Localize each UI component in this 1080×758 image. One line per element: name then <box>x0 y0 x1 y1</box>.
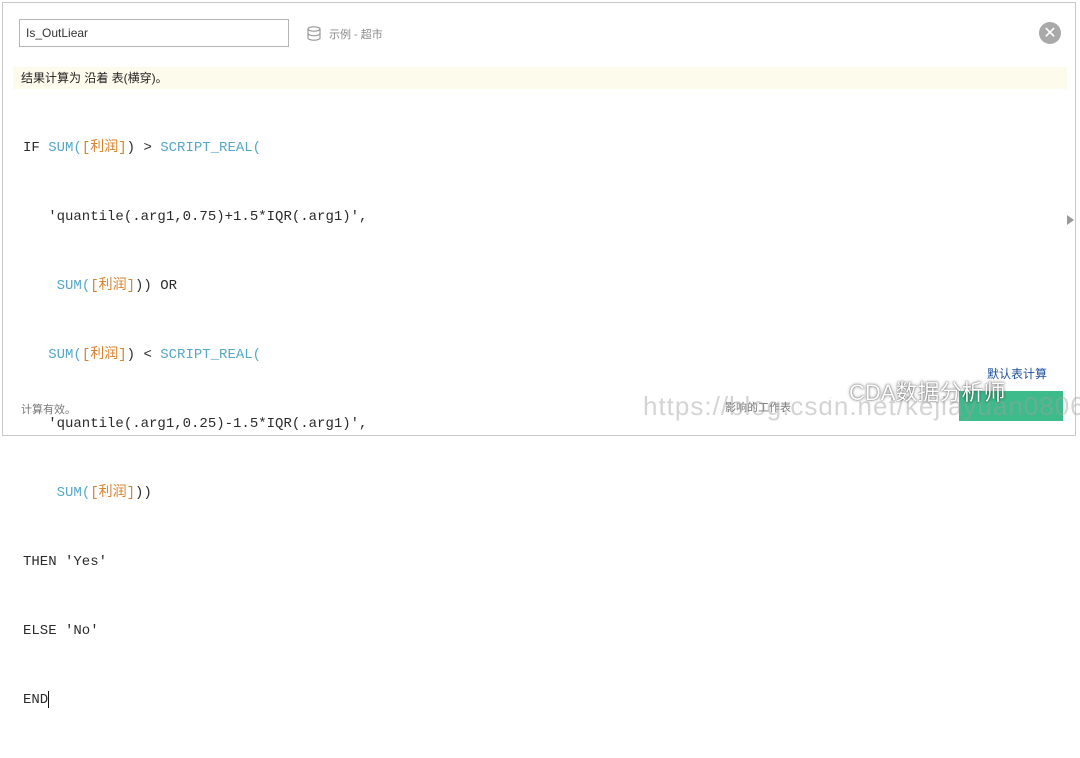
code-line: ELSE 'No' <box>23 620 1053 643</box>
code-field: [利润] <box>81 347 127 363</box>
code-keyword: IF <box>23 140 49 156</box>
compute-using-info: 结果计算为 沿着 表(横穿)。 <box>13 67 1067 89</box>
code-line: SUM([利润]) < SCRIPT_REAL( <box>23 344 1053 367</box>
code-text: ELSE 'No' <box>23 623 99 639</box>
code-function: SCRIPT_REAL( <box>160 140 262 156</box>
code-line: 'quantile(.arg1,0.75)+1.5*IQR(.arg1)', <box>23 206 1053 229</box>
code-text: ) < <box>126 347 161 363</box>
code-line: SUM([利润])) <box>23 482 1053 505</box>
code-line: THEN 'Yes' <box>23 551 1053 574</box>
code-field: [利润] <box>90 485 136 501</box>
close-icon[interactable]: ✕ <box>1039 22 1061 44</box>
code-text: ) > <box>126 140 161 156</box>
watermark-brand-text: CDA数据分析师 <box>849 380 1006 405</box>
code-text: 'quantile(.arg1,0.75)+1.5*IQR(.arg1)', <box>23 209 368 225</box>
calculation-name-input[interactable] <box>19 19 289 47</box>
code-text: THEN 'Yes' <box>23 554 108 570</box>
code-text: )) OR <box>135 278 178 294</box>
text-cursor <box>48 690 50 708</box>
data-source-label: 示例 - 超市 <box>305 23 383 45</box>
calculation-editor-dialog: 示例 - 超市 ✕ 结果计算为 沿着 表(横穿)。 IF SUM([利润]) >… <box>2 2 1080 708</box>
code-line: END <box>23 689 1053 712</box>
code-text: 'quantile(.arg1,0.25)-1.5*IQR(.arg1)', <box>23 416 368 432</box>
wechat-icon <box>816 380 844 402</box>
code-line: SUM([利润])) OR <box>23 275 1053 298</box>
code-function: SUM( <box>48 140 82 156</box>
data-source-name: 示例 - 超市 <box>329 29 383 41</box>
watermark-brand: CDA数据分析师 <box>815 375 1005 407</box>
code-function: SUM( <box>56 278 91 294</box>
code-field: [利润] <box>90 278 136 294</box>
validation-status: 计算有效。 <box>21 404 76 416</box>
code-field: [利润] <box>81 140 127 156</box>
code-text: END <box>23 692 49 708</box>
code-function: SUM( <box>48 347 82 363</box>
arrow-right-icon[interactable] <box>1067 215 1074 225</box>
formula-editor[interactable]: IF SUM([利润]) > SCRIPT_REAL( 'quantile(.a… <box>23 91 1053 708</box>
code-text: )) <box>135 485 152 501</box>
code-function: SCRIPT_REAL( <box>160 347 262 363</box>
database-icon <box>307 26 321 41</box>
code-line: IF SUM([利润]) > SCRIPT_REAL( <box>23 137 1053 160</box>
code-function: SUM( <box>56 485 91 501</box>
